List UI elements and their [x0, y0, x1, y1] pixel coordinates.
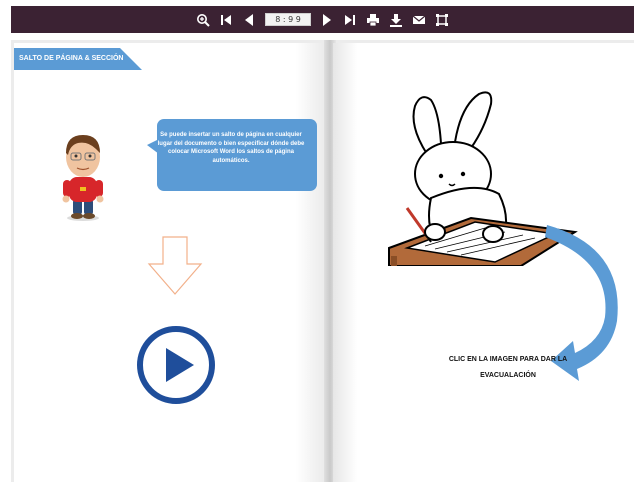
avatar-character: [62, 135, 104, 221]
viewer-toolbar: [11, 6, 634, 33]
page-number-input[interactable]: [265, 13, 311, 26]
section-title-tag: SALTO DE PÁGINA & SECCIÓN: [14, 48, 142, 72]
download-icon[interactable]: [389, 13, 403, 27]
left-page: SALTO DE PÁGINA & SECCIÓN Se puede inser…: [14, 43, 327, 482]
bubble-text: Se puede insertar un salto de página en …: [157, 132, 305, 164]
right-page: CLIC EN LA IMAGEN PARA DAR LA EVACUALACI…: [333, 43, 634, 482]
play-button[interactable]: [137, 326, 215, 404]
next-page-icon[interactable]: [320, 13, 334, 27]
last-page-icon[interactable]: [343, 13, 357, 27]
email-icon[interactable]: [412, 13, 426, 27]
section-title: SALTO DE PÁGINA & SECCIÓN: [19, 55, 124, 62]
zoom-in-icon[interactable]: [196, 13, 210, 27]
caption-line-2: EVACUALACIÓN: [480, 372, 536, 379]
down-arrow-icon: [147, 236, 203, 295]
prev-page-icon[interactable]: [242, 13, 256, 27]
fullscreen-icon[interactable]: [435, 13, 449, 27]
first-page-icon[interactable]: [219, 13, 233, 27]
evaluation-caption[interactable]: CLIC EN LA IMAGEN PARA DAR LA EVACUALACI…: [423, 352, 593, 384]
speech-bubble: Se puede insertar un salto de página en …: [147, 119, 317, 191]
flipbook: SALTO DE PÁGINA & SECCIÓN Se puede inser…: [11, 40, 634, 482]
print-icon[interactable]: [366, 13, 380, 27]
caption-line-1: CLIC EN LA IMAGEN PARA DAR LA: [448, 356, 568, 363]
